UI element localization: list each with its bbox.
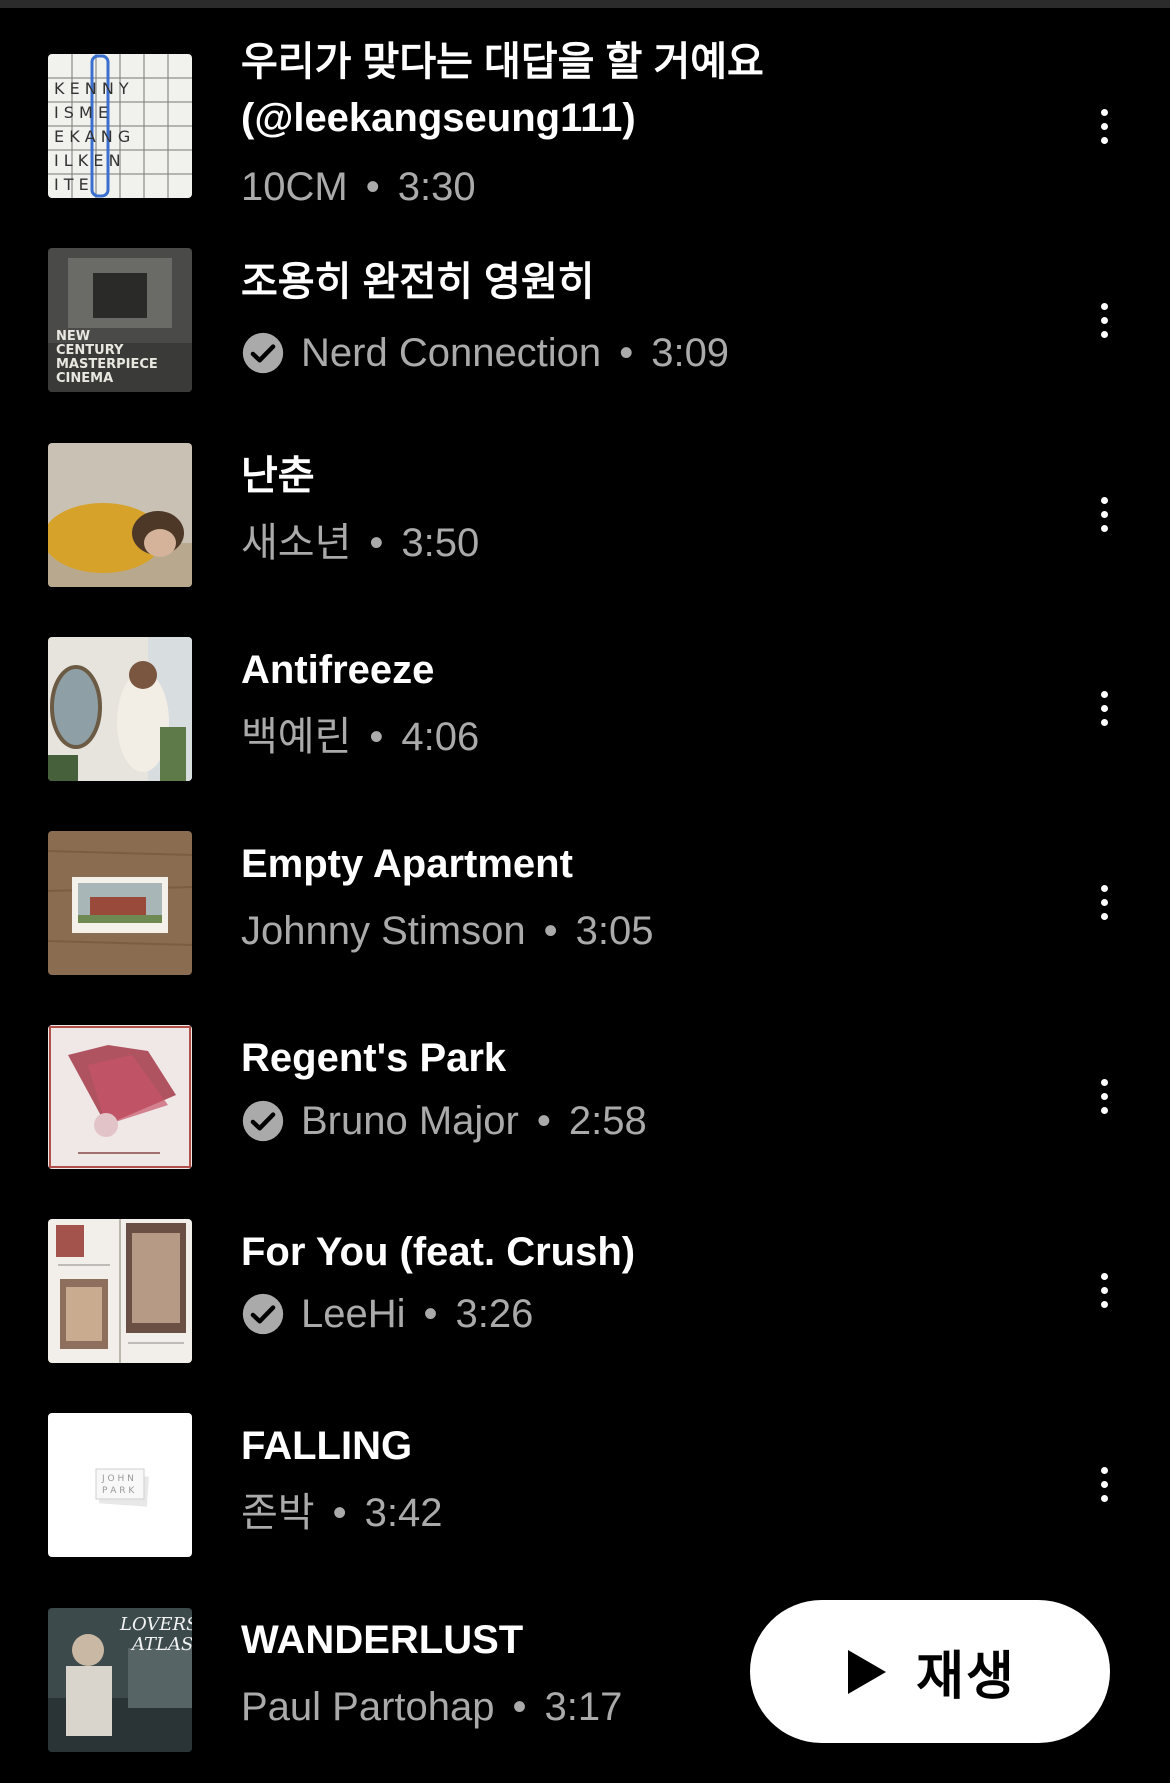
more-vert-icon[interactable] bbox=[1080, 1454, 1128, 1514]
album-art bbox=[48, 443, 192, 587]
verified-check-icon bbox=[242, 1293, 284, 1335]
artist-name: 10CM bbox=[241, 165, 348, 209]
separator: • bbox=[369, 521, 384, 565]
separator: • bbox=[369, 715, 384, 759]
crossword-art-icon: K E N N Y I S M E E K A N G I L K E N I … bbox=[48, 54, 192, 198]
top-divider bbox=[0, 0, 1170, 8]
album-art: K E N N Y I S M E E K A N G I L K E N I … bbox=[48, 54, 192, 198]
verified-check-icon bbox=[242, 332, 284, 374]
cinema-art-icon: NEW CENTURY MASTERPIECE CINEMA bbox=[48, 248, 192, 392]
artist-name: 존박 bbox=[241, 1491, 315, 1535]
duration: 4:06 bbox=[401, 715, 480, 759]
track-subtitle: 10CM • 3:30 bbox=[241, 162, 476, 212]
duration: 2:58 bbox=[568, 1099, 647, 1143]
track-title: 우리가 맞다는 대답을 할 거예요 (@leekangseung111) bbox=[241, 40, 764, 140]
more-vert-icon[interactable] bbox=[1080, 678, 1128, 738]
play-icon bbox=[848, 1649, 887, 1694]
artist-name: Paul Partohap bbox=[241, 1685, 495, 1729]
svg-text:I T E: I T E bbox=[54, 175, 89, 194]
track-subtitle: 새소년 • 3:50 bbox=[241, 518, 479, 568]
play-button-label: 재생 bbox=[916, 1648, 1016, 1706]
svg-text:CINEMA: CINEMA bbox=[56, 371, 113, 386]
svg-text:P A R K: P A R K bbox=[102, 1486, 135, 1496]
mirror-art-icon bbox=[48, 637, 192, 781]
track-subtitle: 백예린 • 4:06 bbox=[241, 712, 479, 762]
svg-text:J O H N: J O H N bbox=[101, 1474, 134, 1484]
track-subtitle: Nerd Connection • 3:09 bbox=[241, 328, 729, 378]
more-vert-icon[interactable] bbox=[1080, 1066, 1128, 1126]
track-title: Regent's Park bbox=[241, 1036, 507, 1080]
more-vert-icon[interactable] bbox=[1080, 96, 1128, 156]
album-art: LOVERS ATLAS bbox=[48, 1608, 192, 1752]
verified-check-icon bbox=[242, 1100, 284, 1142]
track-subtitle: Paul Partohap • 3:17 bbox=[241, 1682, 622, 1732]
svg-text:MASTERPIECE: MASTERPIECE bbox=[56, 357, 158, 372]
more-vert-icon[interactable] bbox=[1080, 290, 1128, 350]
track-title: For You (feat. Crush) bbox=[241, 1230, 636, 1274]
track-row[interactable]: Antifreeze 백예린 • 4:06 bbox=[0, 616, 1170, 810]
track-subtitle: LeeHi • 3:26 bbox=[241, 1289, 533, 1339]
separator: • bbox=[543, 909, 558, 953]
separator: • bbox=[332, 1491, 347, 1535]
album-art bbox=[48, 831, 192, 975]
album-art: NEW CENTURY MASTERPIECE CINEMA bbox=[48, 248, 192, 392]
scrapbook-art-icon bbox=[48, 1219, 192, 1363]
track-row[interactable]: J O H N P A R K FALLING 존박 • 3:42 bbox=[0, 1392, 1170, 1586]
track-subtitle: 존박 • 3:42 bbox=[241, 1488, 442, 1538]
track-title: 조용히 완전히 영원히 bbox=[241, 260, 595, 304]
track-row[interactable]: For You (feat. Crush) LeeHi • 3:26 bbox=[0, 1198, 1170, 1392]
album-art bbox=[48, 637, 192, 781]
yellow-sweater-art-icon bbox=[48, 443, 192, 587]
svg-text:K E N N Y: K E N N Y bbox=[54, 79, 129, 98]
separator: • bbox=[512, 1685, 527, 1729]
lovers-atlas-art-icon: LOVERS ATLAS bbox=[48, 1608, 192, 1752]
artist-name: Nerd Connection bbox=[301, 331, 602, 375]
svg-text:LOVERS: LOVERS bbox=[119, 1614, 192, 1635]
duration: 3:42 bbox=[364, 1491, 443, 1535]
separator: • bbox=[365, 165, 380, 209]
svg-text:I S M E: I S M E bbox=[54, 103, 108, 122]
play-button[interactable]: 재생 bbox=[750, 1600, 1110, 1743]
artist-name: LeeHi bbox=[301, 1292, 406, 1336]
track-title: Empty Apartment bbox=[241, 842, 573, 886]
photo-on-wood-art-icon bbox=[48, 831, 192, 975]
duration: 3:50 bbox=[401, 521, 480, 565]
track-row[interactable]: K E N N Y I S M E E K A N G I L K E N I … bbox=[0, 34, 1170, 228]
duration: 3:09 bbox=[651, 331, 730, 375]
svg-text:I L K E N: I L K E N bbox=[54, 151, 121, 170]
separator: • bbox=[423, 1292, 438, 1336]
track-title: Antifreeze bbox=[241, 648, 435, 692]
track-subtitle: Johnny Stimson • 3:05 bbox=[241, 906, 653, 956]
duration: 3:05 bbox=[575, 909, 654, 953]
duration: 3:30 bbox=[397, 165, 476, 209]
more-vert-icon[interactable] bbox=[1080, 872, 1128, 932]
duration: 3:17 bbox=[544, 1685, 623, 1729]
album-art bbox=[48, 1219, 192, 1363]
more-vert-icon[interactable] bbox=[1080, 1260, 1128, 1320]
artist-name: 새소년 bbox=[241, 521, 352, 565]
duration: 3:26 bbox=[455, 1292, 534, 1336]
artist-name: Bruno Major bbox=[301, 1099, 519, 1143]
svg-text:ATLAS: ATLAS bbox=[130, 1634, 192, 1655]
track-title: FALLING bbox=[241, 1424, 413, 1468]
track-row[interactable]: Empty Apartment Johnny Stimson • 3:05 bbox=[0, 810, 1170, 1004]
track-row[interactable]: 난춘 새소년 • 3:50 bbox=[0, 422, 1170, 616]
more-vert-icon[interactable] bbox=[1080, 484, 1128, 544]
svg-text:NEW: NEW bbox=[56, 329, 90, 344]
track-title: 난춘 bbox=[241, 454, 315, 498]
svg-text:E K A N G: E K A N G bbox=[54, 127, 130, 146]
artist-name: Johnny Stimson bbox=[241, 909, 526, 953]
album-art bbox=[48, 1025, 192, 1169]
artist-name: 백예린 bbox=[241, 715, 352, 759]
separator: • bbox=[536, 1099, 551, 1143]
separator: • bbox=[619, 331, 634, 375]
red-fan-art-icon bbox=[48, 1025, 192, 1169]
track-subtitle: Bruno Major • 2:58 bbox=[241, 1096, 647, 1146]
john-park-art-icon: J O H N P A R K bbox=[48, 1413, 192, 1557]
track-row[interactable]: Regent's Park Bruno Major • 2:58 bbox=[0, 1004, 1170, 1198]
album-art: J O H N P A R K bbox=[48, 1413, 192, 1557]
track-row[interactable]: NEW CENTURY MASTERPIECE CINEMA 조용히 완전히 영… bbox=[0, 228, 1170, 422]
svg-text:CENTURY: CENTURY bbox=[56, 343, 124, 358]
